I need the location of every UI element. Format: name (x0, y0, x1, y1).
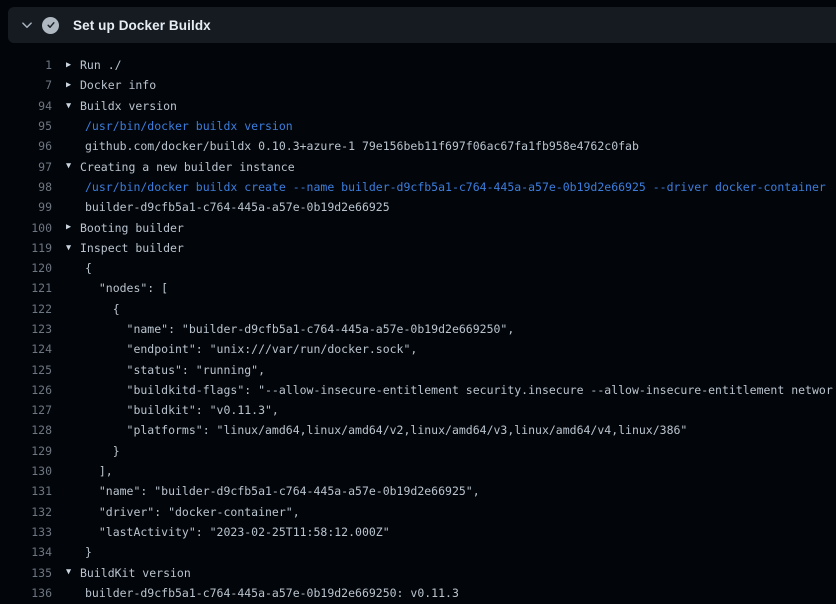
log-line: 124 "endpoint": "unix:///var/run/docker.… (0, 339, 836, 359)
line-number[interactable]: 121 (0, 281, 52, 295)
log-text: BuildKit version (80, 566, 191, 580)
log-text: Docker info (80, 78, 156, 92)
log-text: ], (80, 464, 113, 478)
log-text: } (80, 444, 120, 458)
line-number[interactable]: 7 (0, 78, 52, 92)
log-line: 99 builder-d9cfb5a1-c764-445a-a57e-0b19d2… (0, 197, 836, 217)
triangle-down-icon: ▼ (66, 238, 80, 258)
log-text: "nodes": [ (80, 281, 168, 295)
log-line: 95/usr/bin/docker buildx version (0, 116, 836, 136)
line-number[interactable]: 130 (0, 464, 52, 478)
log-line: 130 ], (0, 461, 836, 481)
triangle-right-icon: ▶ (66, 217, 80, 237)
line-number[interactable]: 127 (0, 403, 52, 417)
log-text: "platforms": "linux/amd64,linux/amd64/v2… (80, 423, 687, 437)
line-number[interactable]: 136 (0, 586, 52, 600)
log-text: builder-d9cfb5a1-c764-445a-a57e-0b19d2e6… (80, 200, 390, 214)
log-text: builder-d9cfb5a1-c764-445a-a57e-0b19d2e6… (80, 586, 459, 600)
line-number[interactable]: 132 (0, 505, 52, 519)
line-number[interactable]: 125 (0, 363, 52, 377)
log-line: 96 github.com/docker/buildx 0.10.3+azure-… (0, 136, 836, 156)
triangle-down-icon: ▼ (66, 96, 80, 116)
log-text: { (80, 261, 92, 275)
line-number[interactable]: 119 (0, 241, 52, 255)
log-line: 120 { (0, 258, 836, 278)
line-number[interactable]: 126 (0, 383, 52, 397)
log-line: 136 builder-d9cfb5a1-c764-445a-a57e-0b19d… (0, 583, 836, 603)
log-text: Booting builder (80, 221, 184, 235)
chevron-down-icon[interactable] (12, 19, 42, 31)
line-number[interactable]: 97 (0, 160, 52, 174)
log-text: "name": "builder-d9cfb5a1-c764-445a-a57e… (80, 322, 514, 336)
log-group-row[interactable]: 94 ▼Buildx version (0, 96, 836, 116)
log-group-row[interactable]: 100 ▶Booting builder (0, 217, 836, 237)
triangle-down-icon: ▼ (66, 156, 80, 176)
log-command-text: /usr/bin/docker buildx create --name bui… (80, 180, 826, 194)
step-header[interactable]: Set up Docker Buildx (8, 7, 836, 43)
log-text: "status": "running", (80, 363, 265, 377)
log-text: github.com/docker/buildx 0.10.3+azure-1 … (80, 139, 639, 153)
log-text: Creating a new builder instance (80, 160, 295, 174)
log-line: 131 "name": "builder-d9cfb5a1-c764-445a-… (0, 481, 836, 501)
log-text: Inspect builder (80, 241, 184, 255)
line-number[interactable]: 122 (0, 302, 52, 316)
log-text: } (80, 545, 92, 559)
log-lines: 1▶Run ./7▶Docker info94▼Buildx version95… (0, 43, 836, 604)
line-number[interactable]: 95 (0, 119, 52, 133)
log-group-row[interactable]: 1 ▶Run ./ (0, 55, 836, 75)
log-line: 128 "platforms": "linux/amd64,linux/amd6… (0, 420, 836, 440)
line-number[interactable]: 133 (0, 525, 52, 539)
triangle-right-icon: ▶ (66, 55, 80, 75)
log-text: Buildx version (80, 99, 177, 113)
line-number[interactable]: 94 (0, 99, 52, 113)
log-text: "buildkit": "v0.11.3", (80, 403, 279, 417)
log-group-row[interactable]: 97 ▼Creating a new builder instance (0, 156, 836, 176)
triangle-right-icon: ▶ (66, 75, 80, 95)
status-check-icon (42, 17, 59, 34)
log-text: Run ./ (80, 58, 122, 72)
log-command-text: /usr/bin/docker buildx version (80, 119, 293, 133)
log-text: "buildkitd-flags": "--allow-insecure-ent… (80, 383, 833, 397)
line-number[interactable]: 123 (0, 322, 52, 336)
log-group-row[interactable]: 135 ▼BuildKit version (0, 562, 836, 582)
step-title: Set up Docker Buildx (73, 18, 211, 33)
log-text: "driver": "docker-container", (80, 505, 300, 519)
log-line: 134} (0, 542, 836, 562)
log-text: "lastActivity": "2023-02-25T11:58:12.000… (80, 525, 390, 539)
log-line: 121 "nodes": [ (0, 278, 836, 298)
line-number[interactable]: 99 (0, 200, 52, 214)
log-line: 122 { (0, 299, 836, 319)
line-number[interactable]: 96 (0, 139, 52, 153)
log-group-row[interactable]: 7 ▶Docker info (0, 75, 836, 95)
log-line: 125 "status": "running", (0, 359, 836, 379)
log-line: 132 "driver": "docker-container", (0, 502, 836, 522)
line-number[interactable]: 120 (0, 261, 52, 275)
log-text: "name": "builder-d9cfb5a1-c764-445a-a57e… (80, 484, 480, 498)
log-line: 126 "buildkitd-flags": "--allow-insecure… (0, 380, 836, 400)
log-line: 127 "buildkit": "v0.11.3", (0, 400, 836, 420)
log-line: 123 "name": "builder-d9cfb5a1-c764-445a-… (0, 319, 836, 339)
line-number[interactable]: 1 (0, 58, 52, 72)
log-line: 133 "lastActivity": "2023-02-25T11:58:12… (0, 522, 836, 542)
log-line: 129 } (0, 441, 836, 461)
log-text: { (80, 302, 120, 316)
line-number[interactable]: 124 (0, 342, 52, 356)
line-number[interactable]: 131 (0, 484, 52, 498)
log-line: 98/usr/bin/docker buildx create --name b… (0, 177, 836, 197)
log-text: "endpoint": "unix:///var/run/docker.sock… (80, 342, 417, 356)
log-group-row[interactable]: 119 ▼Inspect builder (0, 238, 836, 258)
line-number[interactable]: 135 (0, 566, 52, 580)
line-number[interactable]: 134 (0, 545, 52, 559)
line-number[interactable]: 129 (0, 444, 52, 458)
triangle-down-icon: ▼ (66, 562, 80, 582)
line-number[interactable]: 100 (0, 221, 52, 235)
line-number[interactable]: 98 (0, 180, 52, 194)
line-number[interactable]: 128 (0, 423, 52, 437)
